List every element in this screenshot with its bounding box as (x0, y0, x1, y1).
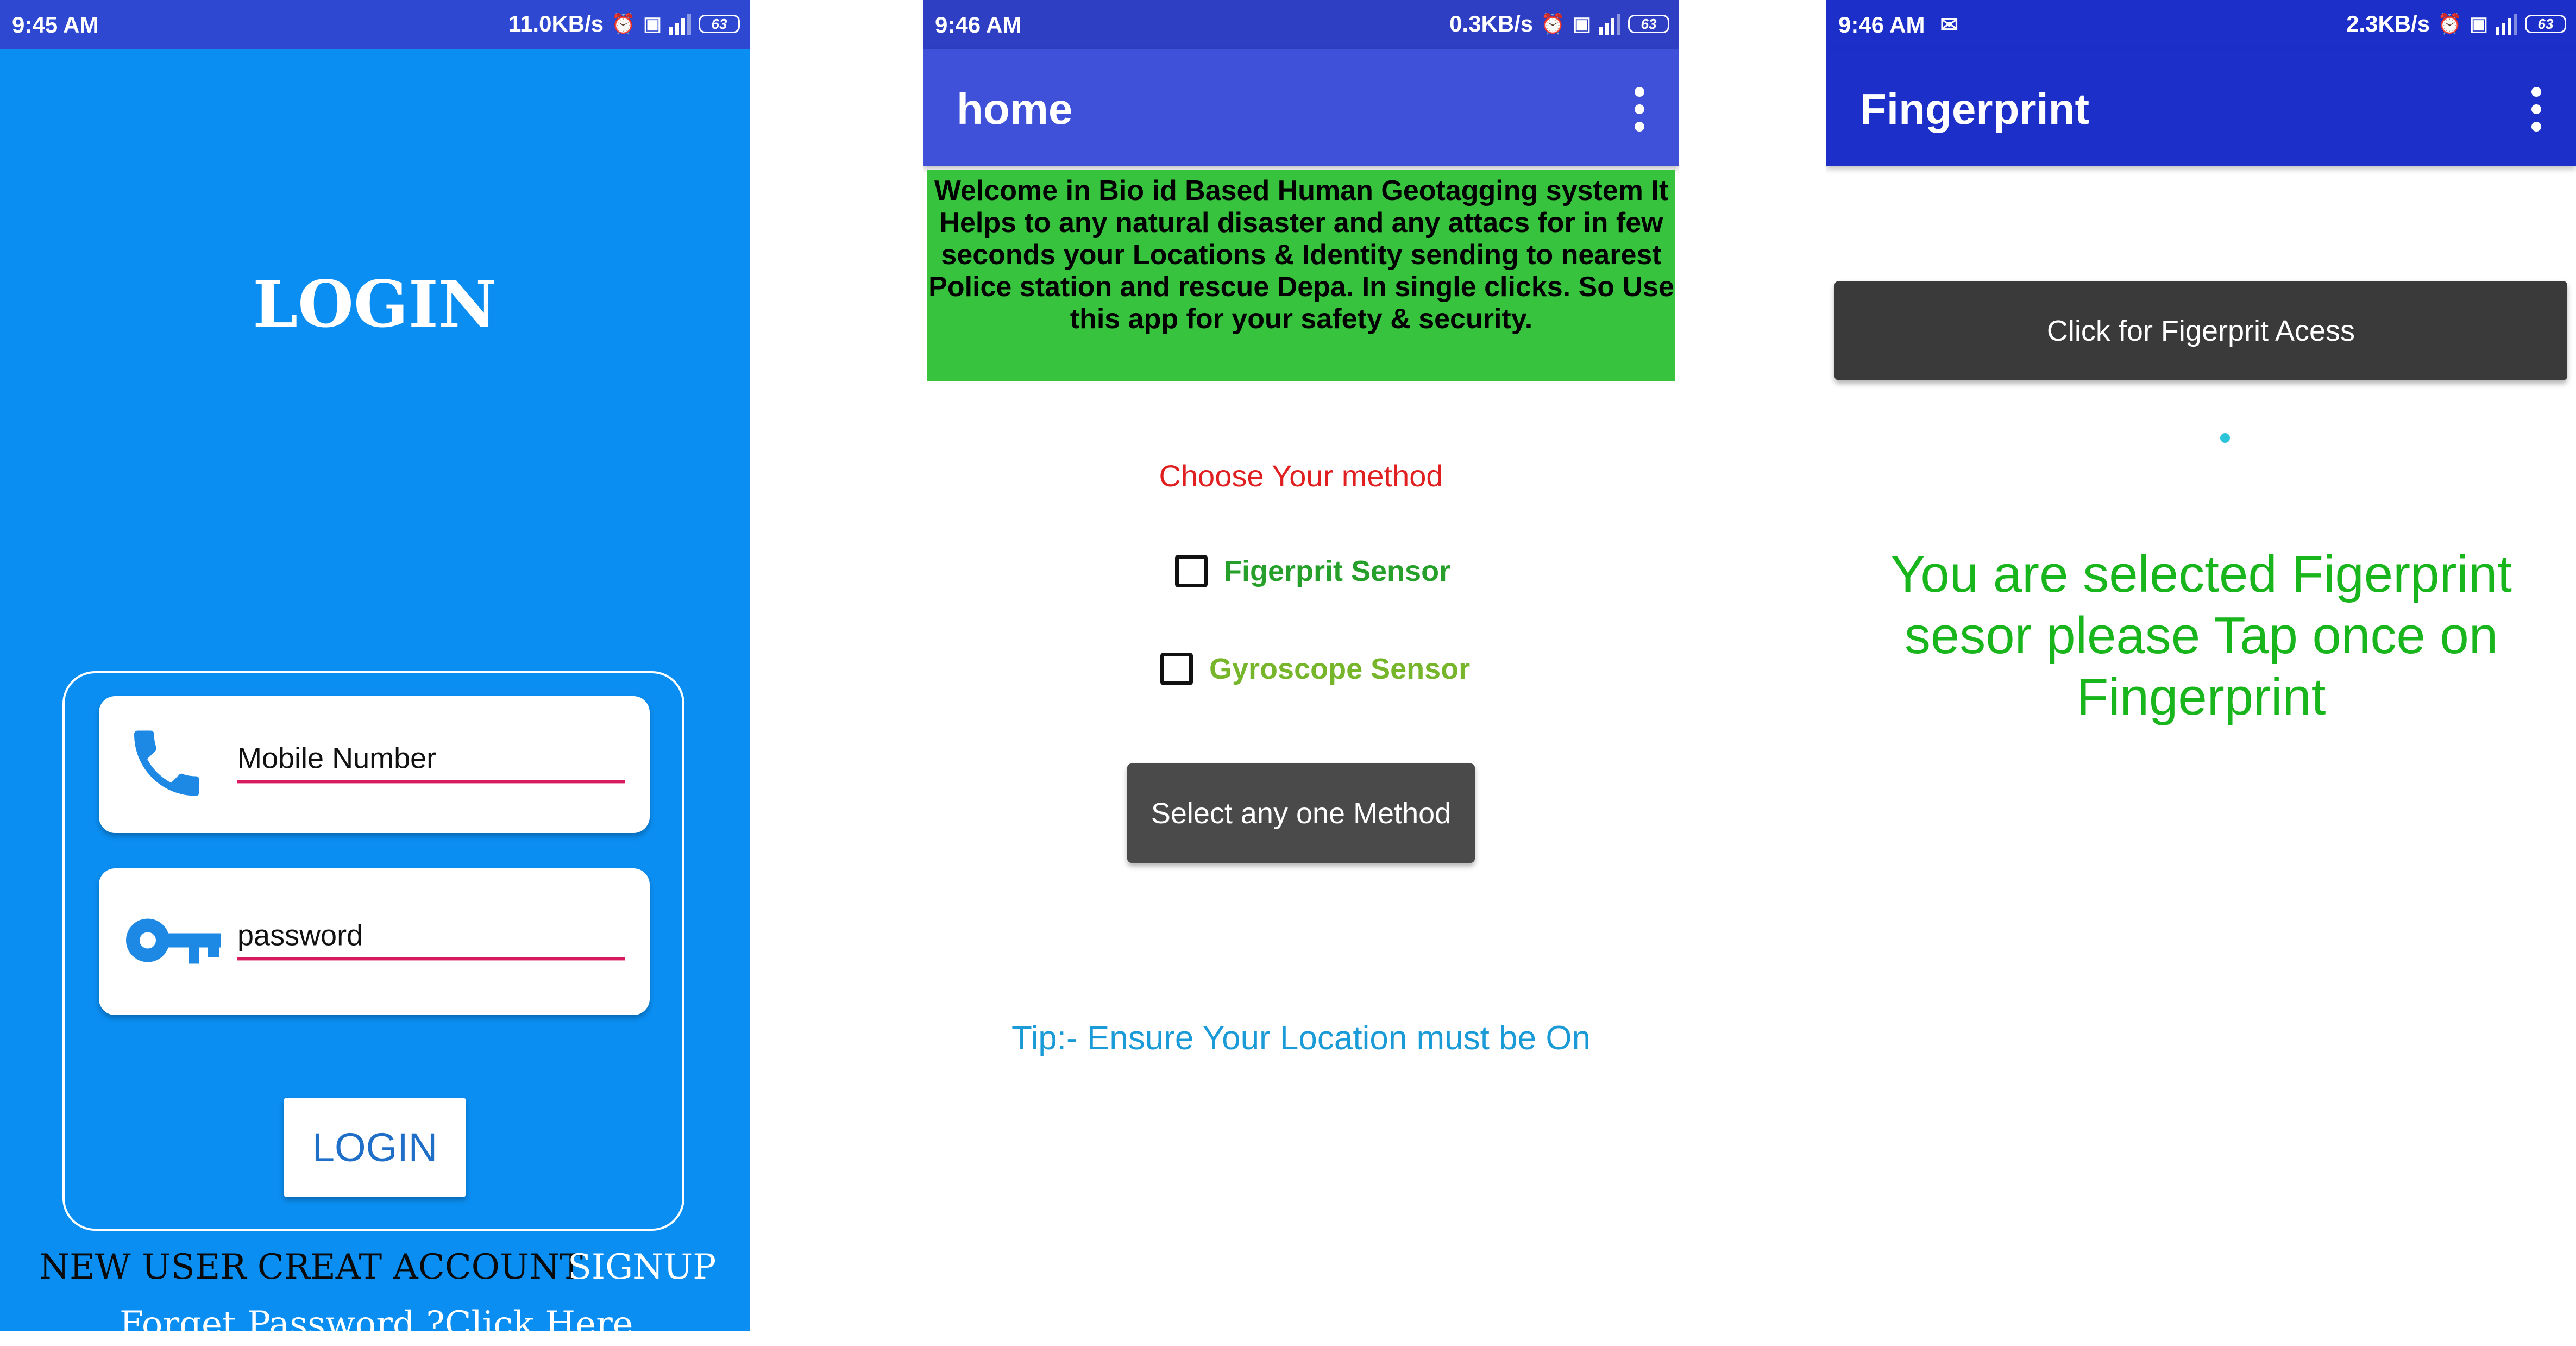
welcome-banner: Welcome in Bio id Based Human Geotagging… (927, 170, 1675, 381)
mail-icon: ✉ (1940, 13, 1959, 37)
fingerprint-screen: 9:46 AM ✉ 2.3KB/s ⏰ ▣ 63 Fingerprint Cli… (1826, 0, 2576, 1331)
fingerprint-checkbox[interactable] (1175, 555, 1208, 587)
signal-icon (669, 13, 691, 35)
location-tip: Tip:- Ensure Your Location must be On (1011, 1019, 1591, 1057)
battery-icon: 63 (1628, 15, 1669, 33)
page-title: LOGIN (253, 266, 497, 342)
status-time: 9:46 AM (1838, 12, 1925, 37)
volte-icon: ▣ (643, 12, 662, 35)
gyroscope-checkbox[interactable] (1160, 653, 1193, 685)
login-screen: 9:45 AM 11.0KB/s ⏰ ▣ 63 LOGIN LOGIN (0, 0, 750, 1331)
fingerprint-sensor-option[interactable]: Figerprit Sensor (1175, 554, 1450, 588)
login-button[interactable]: LOGIN (284, 1098, 466, 1197)
signal-icon (2496, 13, 2517, 35)
fingerprint-access-button[interactable]: Click for Figerprit Acess (1834, 281, 2567, 380)
app-title: Fingerprint (1860, 85, 2090, 133)
status-bar: 9:45 AM 11.0KB/s ⏰ ▣ 63 (0, 0, 750, 49)
gyroscope-option-label: Gyroscope Sensor (1209, 653, 1471, 685)
status-bar: 9:46 AM ✉ 2.3KB/s ⏰ ▣ 63 (1826, 0, 2576, 49)
phone-icon (123, 720, 210, 810)
network-speed: 0.3KB/s (1449, 11, 1534, 36)
alarm-icon: ⏰ (2437, 12, 2462, 35)
app-bar: Fingerprint (1826, 49, 2576, 166)
volte-icon: ▣ (2469, 12, 2488, 35)
status-time: 9:45 AM (12, 12, 99, 37)
mobile-number-input[interactable] (237, 736, 625, 784)
choose-method-label: Choose Your method (1159, 459, 1443, 493)
status-time: 9:46 AM (935, 12, 1022, 37)
battery-icon: 63 (699, 15, 740, 33)
more-options-icon[interactable] (1635, 87, 1645, 139)
gyroscope-sensor-option[interactable]: Gyroscope Sensor (1160, 652, 1470, 686)
alarm-icon: ⏰ (1541, 12, 1565, 35)
progress-dot (2220, 433, 2230, 443)
new-user-label: NEW USER CREAT ACCOUNT (39, 1247, 583, 1287)
app-bar: home (923, 49, 1679, 166)
network-speed: 2.3KB/s (2346, 11, 2430, 36)
network-speed: 11.0KB/s (508, 11, 604, 36)
more-options-icon[interactable] (2531, 87, 2542, 139)
signup-link[interactable]: SIGNUP (568, 1247, 716, 1287)
mobile-field-container (99, 696, 650, 833)
forgot-password-link[interactable]: Forget Password ?Click Here (120, 1304, 633, 1331)
signal-icon (1599, 13, 1620, 35)
app-title: home (957, 85, 1073, 133)
fingerprint-instruction: You are selected Figerprint sesor please… (1890, 545, 2512, 726)
select-method-button[interactable]: Select any one Method (1127, 763, 1475, 863)
fingerprint-option-label: Figerprit Sensor (1224, 555, 1451, 587)
battery-icon: 63 (2525, 15, 2566, 33)
alarm-icon: ⏰ (611, 12, 636, 35)
volte-icon: ▣ (1572, 12, 1591, 35)
status-bar: 9:46 AM 0.3KB/s ⏰ ▣ 63 (923, 0, 1679, 49)
home-screen: 9:46 AM 0.3KB/s ⏰ ▣ 63 home Welcome in B… (923, 0, 1679, 1331)
key-icon (123, 911, 224, 973)
password-input[interactable] (237, 913, 625, 961)
password-field-container (99, 868, 650, 1015)
